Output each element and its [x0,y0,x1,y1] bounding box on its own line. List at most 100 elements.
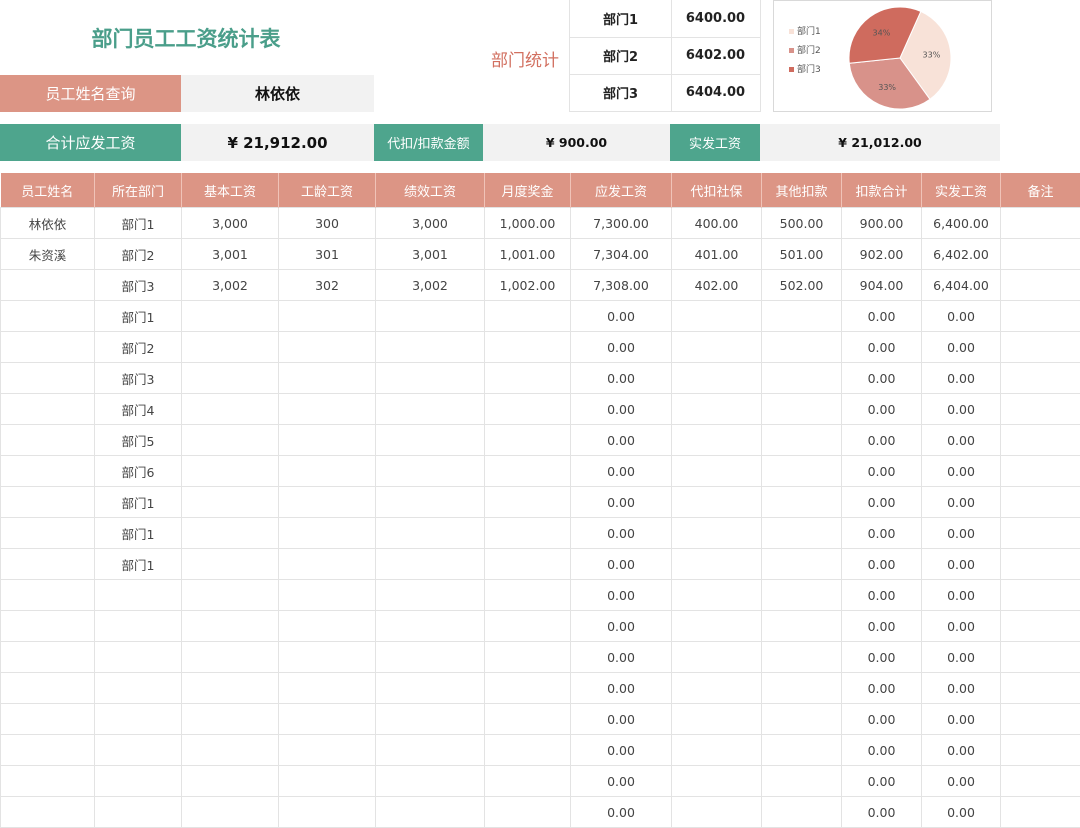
table-cell[interactable]: 0.00 [842,456,922,487]
column-header[interactable]: 应发工资 [571,173,672,208]
table-cell[interactable] [376,797,485,828]
table-cell[interactable] [762,332,842,363]
table-cell[interactable] [1001,425,1080,456]
table-cell[interactable] [672,549,762,580]
table-cell[interactable] [279,332,376,363]
table-cell[interactable] [376,704,485,735]
table-cell[interactable] [1001,270,1080,301]
table-cell[interactable]: 0.00 [842,642,922,673]
table-cell[interactable] [762,394,842,425]
table-cell[interactable]: 0.00 [842,735,922,766]
table-cell[interactable]: 部门2 [95,332,182,363]
table-cell[interactable] [762,487,842,518]
table-cell[interactable] [182,394,279,425]
table-cell[interactable] [182,301,279,332]
table-cell[interactable]: 0.00 [922,611,1001,642]
table-cell[interactable] [182,363,279,394]
table-cell[interactable] [182,332,279,363]
table-cell[interactable]: 0.00 [842,363,922,394]
table-cell[interactable] [376,425,485,456]
table-cell[interactable] [182,704,279,735]
table-cell[interactable]: 0.00 [922,518,1001,549]
table-cell[interactable]: 500.00 [762,208,842,239]
table-cell[interactable] [279,704,376,735]
table-cell[interactable] [1,549,95,580]
table-cell[interactable]: 0.00 [842,704,922,735]
table-cell[interactable] [1001,797,1080,828]
table-cell[interactable] [672,766,762,797]
table-cell[interactable] [182,797,279,828]
table-cell[interactable]: 0.00 [842,301,922,332]
table-cell[interactable] [279,766,376,797]
table-cell[interactable]: 0.00 [842,797,922,828]
table-cell[interactable] [485,735,571,766]
table-cell[interactable] [376,642,485,673]
table-cell[interactable] [279,797,376,828]
table-cell[interactable] [1,363,95,394]
table-cell[interactable]: 0.00 [571,425,672,456]
table-cell[interactable] [1001,518,1080,549]
table-cell[interactable]: 0.00 [842,549,922,580]
table-cell[interactable]: 3,001 [182,239,279,270]
table-cell[interactable] [1001,394,1080,425]
table-cell[interactable]: 0.00 [842,673,922,704]
table-cell[interactable] [95,673,182,704]
table-cell[interactable] [279,456,376,487]
table-cell[interactable]: 0.00 [571,642,672,673]
table-cell[interactable] [762,301,842,332]
table-cell[interactable] [182,766,279,797]
table-cell[interactable] [762,735,842,766]
table-cell[interactable] [485,580,571,611]
table-cell[interactable] [1001,704,1080,735]
table-cell[interactable]: 401.00 [672,239,762,270]
table-cell[interactable] [279,394,376,425]
table-cell[interactable]: 0.00 [842,518,922,549]
table-cell[interactable] [1001,301,1080,332]
table-cell[interactable] [672,704,762,735]
table-cell[interactable]: 0.00 [842,394,922,425]
table-cell[interactable] [95,766,182,797]
table-cell[interactable]: 0.00 [842,425,922,456]
table-cell[interactable] [672,487,762,518]
table-cell[interactable] [1001,611,1080,642]
table-cell[interactable]: 0.00 [922,642,1001,673]
column-header[interactable]: 绩效工资 [376,173,485,208]
table-cell[interactable]: 部门1 [95,487,182,518]
column-header[interactable]: 实发工资 [922,173,1001,208]
table-cell[interactable] [182,456,279,487]
table-cell[interactable]: 0.00 [922,301,1001,332]
column-header[interactable]: 其他扣款 [762,173,842,208]
table-cell[interactable] [182,518,279,549]
table-cell[interactable] [376,363,485,394]
table-cell[interactable] [182,487,279,518]
table-cell[interactable]: 0.00 [842,487,922,518]
table-cell[interactable]: 0.00 [571,797,672,828]
table-cell[interactable] [762,580,842,611]
table-cell[interactable] [1001,456,1080,487]
table-cell[interactable] [485,332,571,363]
dept-name-cell[interactable]: 部门2 [570,37,672,74]
column-header[interactable]: 工龄工资 [279,173,376,208]
table-cell[interactable]: 7,300.00 [571,208,672,239]
table-cell[interactable] [95,735,182,766]
table-cell[interactable] [762,704,842,735]
table-cell[interactable]: 0.00 [922,735,1001,766]
table-cell[interactable]: 0.00 [571,363,672,394]
table-cell[interactable] [762,611,842,642]
table-cell[interactable]: 部门1 [95,208,182,239]
table-cell[interactable] [376,394,485,425]
table-cell[interactable] [182,673,279,704]
table-cell[interactable]: 904.00 [842,270,922,301]
table-cell[interactable] [672,735,762,766]
table-cell[interactable]: 0.00 [922,704,1001,735]
table-cell[interactable] [279,735,376,766]
table-cell[interactable]: 0.00 [571,580,672,611]
table-cell[interactable] [762,425,842,456]
column-header[interactable]: 扣款合计 [842,173,922,208]
table-cell[interactable] [672,456,762,487]
column-header[interactable]: 代扣社保 [672,173,762,208]
table-cell[interactable]: 7,308.00 [571,270,672,301]
table-cell[interactable]: 0.00 [842,766,922,797]
table-cell[interactable] [485,704,571,735]
table-cell[interactable] [762,549,842,580]
